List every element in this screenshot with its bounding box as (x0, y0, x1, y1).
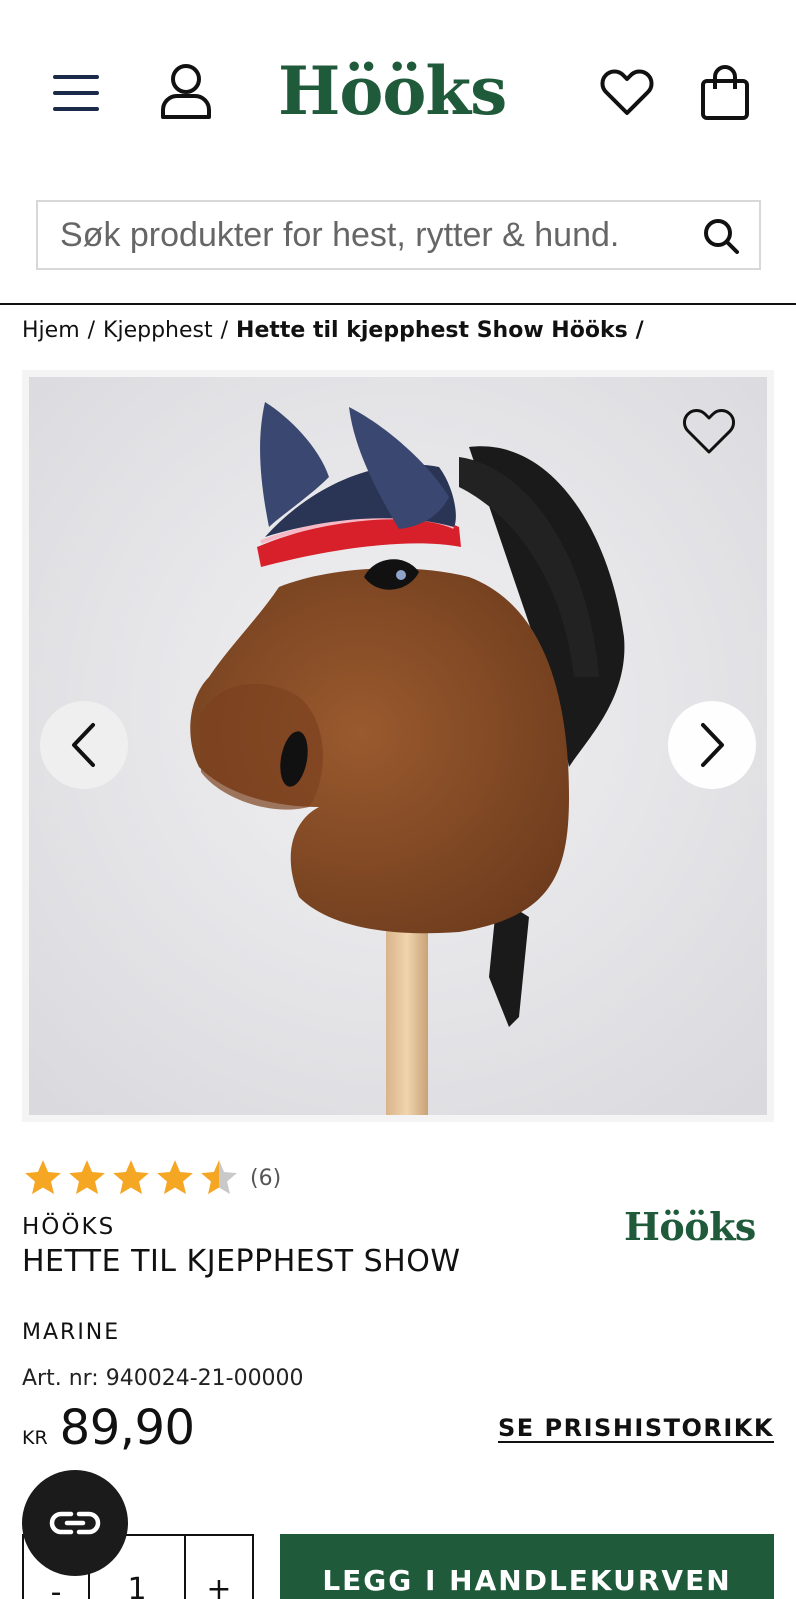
breadcrumb-separator: / (220, 317, 229, 343)
user-icon[interactable] (156, 60, 216, 122)
product-brand[interactable]: HÖÖKS (22, 1214, 115, 1240)
star-half-icon (201, 1160, 237, 1195)
star-icon (25, 1160, 61, 1195)
price-currency: KR (22, 1427, 48, 1449)
price-amount: 89,90 (59, 1400, 195, 1456)
heart-outline-icon[interactable] (676, 400, 742, 462)
price-history-link[interactable]: SE PRISHISTORIKK (498, 1414, 774, 1442)
site-logo[interactable]: Hööks (278, 46, 520, 136)
product-image[interactable] (29, 377, 767, 1115)
heart-icon[interactable] (596, 62, 658, 122)
hamburger-menu-icon[interactable] (48, 68, 104, 118)
chevron-left-icon[interactable] (40, 701, 128, 789)
site-header: Hööks (0, 0, 796, 305)
star-icon (113, 1160, 149, 1195)
search-bar (36, 200, 761, 270)
review-count[interactable]: (6) (250, 1166, 281, 1191)
shopping-bag-icon[interactable] (696, 62, 754, 124)
product-rating[interactable]: (6) (22, 1158, 281, 1198)
product-price: KR 89,90 (22, 1400, 195, 1456)
breadcrumb-separator: / (87, 317, 96, 343)
chevron-right-icon[interactable] (668, 701, 756, 789)
product-gallery (22, 370, 774, 1122)
article-number: Art. nr: 940024-21-00000 (22, 1366, 304, 1391)
quantity-increase-button[interactable]: + (186, 1536, 252, 1599)
star-icon (157, 1160, 193, 1195)
breadcrumb-home[interactable]: Hjem (22, 318, 80, 343)
product-color: MARINE (22, 1320, 121, 1345)
search-input[interactable] (38, 203, 678, 267)
breadcrumb-current: Hette til kjepphest Show Hööks (236, 317, 628, 343)
breadcrumb-category[interactable]: Kjepphest (103, 318, 213, 343)
star-icon (69, 1160, 105, 1195)
product-title: HETTE TIL KJEPPHEST SHOW (22, 1244, 461, 1279)
chat-widget-icon[interactable] (22, 1470, 128, 1576)
search-icon[interactable] (699, 214, 743, 258)
brand-logo[interactable]: Hööks (624, 1204, 756, 1249)
breadcrumb: Hjem / Kjepphest / Hette til kjepphest S… (22, 313, 652, 347)
add-to-cart-button[interactable]: LEGG I HANDLEKURVEN (280, 1534, 774, 1599)
breadcrumb-separator: / (635, 317, 644, 343)
